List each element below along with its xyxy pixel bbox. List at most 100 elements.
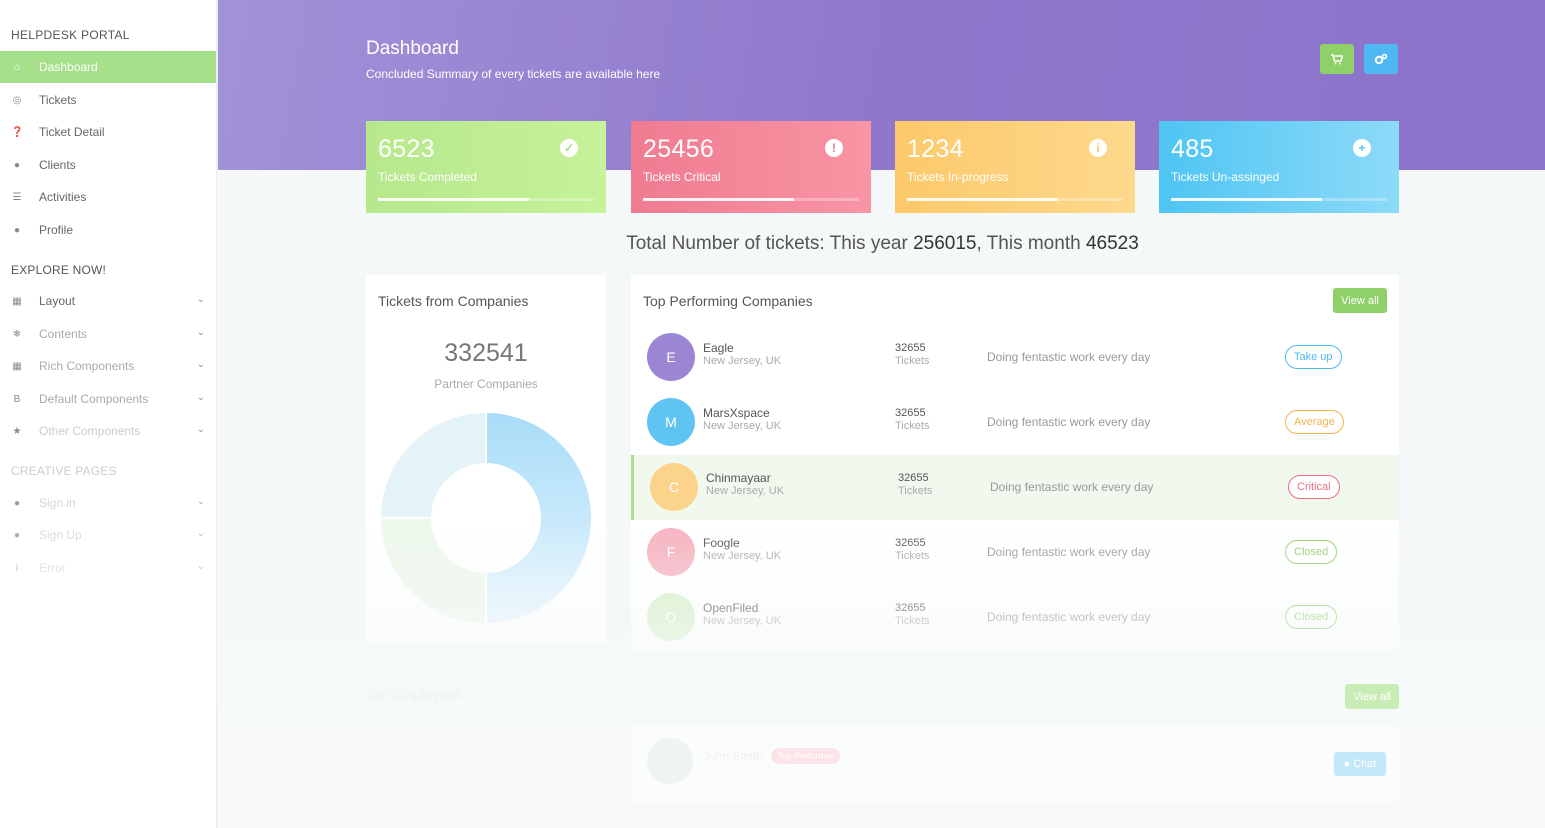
table-row: F Foogle New Jersey, UK 32655 Tickets Doing f…: [631, 520, 1399, 585]
ticket-count: 32655: [895, 407, 926, 419]
check-circle-icon: ✓: [560, 139, 578, 157]
user-plus-icon: ●: [13, 529, 21, 541]
sidebar-item-label: Default Components: [39, 392, 149, 406]
sidebar-item-error[interactable]: i Error ⌄: [0, 552, 216, 584]
company-description: Doing fentastic work every day: [987, 545, 1151, 559]
sidebar-item-label: Layout: [39, 294, 76, 308]
sidebar-item-activities[interactable]: ☰ Activities: [0, 181, 216, 213]
chevron-down-icon: ⌄: [196, 561, 205, 572]
sidebar-item-ticket-detail[interactable]: ❓ Ticket Detail: [0, 116, 216, 148]
explore-section-title: EXPLORE NOW!: [11, 263, 107, 277]
chat-button[interactable]: ● Chat: [1334, 752, 1386, 776]
layout-icon: ▦: [12, 295, 22, 307]
stat-progress-bar: [643, 198, 859, 201]
brand-title: HELPDESK PORTAL: [11, 28, 130, 42]
status-badge[interactable]: Closed: [1285, 540, 1338, 564]
company-description: Doing fentastic work every day: [987, 350, 1151, 364]
cart-button[interactable]: [1320, 44, 1354, 74]
creative-section-title: CREATIVE PAGES: [11, 464, 117, 478]
company-name: OpenFiled: [703, 601, 759, 615]
company-description: Doing fentastic work every day: [987, 610, 1151, 624]
top-performer-badge: Top Performer: [771, 748, 841, 764]
sidebar-item-contents[interactable]: ❄ Contents ⌄: [0, 318, 216, 350]
chat-label: Chat: [1353, 758, 1377, 770]
snowflake-icon: ❄: [12, 328, 22, 340]
totals-prefix: Total Number of tickets: This year: [626, 233, 914, 254]
sidebar-item-other-components[interactable]: ★ Other Components ⌄: [0, 415, 216, 447]
cart-icon: [1331, 53, 1343, 64]
company-location: New Jersey, UK: [703, 355, 782, 367]
stat-label: Tickets In-progress: [907, 170, 1009, 184]
stat-label: Tickets Completed: [378, 170, 477, 184]
sidebar-item-label: Other Components: [39, 424, 141, 438]
sidebar-item-label: Activities: [39, 190, 87, 204]
user-circle-icon: ●: [13, 497, 21, 509]
panel-title: Tickets from Companies: [378, 293, 529, 309]
sidebar-item-dashboard[interactable]: ⌂ Dashboard: [0, 51, 216, 83]
donut-chart: [380, 412, 592, 624]
sidebar-item-default-components[interactable]: B Default Components ⌄: [0, 383, 216, 415]
ticket-unit: Tickets: [895, 355, 930, 367]
ticket-count: 32655: [895, 342, 926, 354]
comments-icon: ●: [13, 159, 21, 171]
sidebar-item-clients[interactable]: ● Clients: [0, 149, 216, 181]
sidebar-item-label: Rich Components: [39, 359, 135, 373]
status-badge[interactable]: Take up: [1285, 345, 1342, 369]
sidebar-item-label: Sign in: [39, 496, 76, 510]
company-name: MarsXspace: [703, 406, 770, 420]
company-location: New Jersey, UK: [703, 550, 782, 562]
chevron-down-icon: ⌄: [196, 327, 205, 338]
sidebar-item-rich-components[interactable]: ▦ Rich Components ⌄: [0, 350, 216, 382]
settings-button[interactable]: [1364, 44, 1398, 74]
sidebar-item-sign-up[interactable]: ● Sign Up ⌄: [0, 519, 216, 551]
info-icon: i: [15, 562, 19, 574]
stat-card-critical: 25456 Tickets Critical !: [631, 121, 871, 213]
ticket-unit: Tickets: [895, 615, 930, 627]
employee-name: John Smith: [703, 749, 764, 763]
stat-progress-bar: [1171, 198, 1387, 201]
plus-circle-icon: +: [1353, 139, 1371, 157]
ticket-unit: Tickets: [895, 420, 930, 432]
status-badge[interactable]: Critical: [1288, 475, 1340, 499]
employee-card: John Smith Top Performer ● Chat: [631, 726, 1399, 802]
sidebar-item-sign-in[interactable]: ● Sign in ⌄: [0, 487, 216, 519]
table-row: C Chinmayaar New Jersey, UK 32655 Tickets Doi…: [631, 455, 1399, 520]
view-all-button[interactable]: View all: [1333, 288, 1387, 313]
top-companies-panel: Top Performing Companies View all E Eagle…: [631, 275, 1399, 650]
status-badge[interactable]: Average: [1285, 410, 1344, 434]
stat-progress-fill: [643, 198, 795, 201]
stat-card-in-progress: 1234 Tickets In-progress i: [895, 121, 1135, 213]
stat-label: Tickets Critical: [643, 170, 721, 184]
list-icon: ☰: [12, 191, 22, 203]
avatar: F: [647, 528, 695, 576]
stat-progress-fill: [1171, 198, 1323, 201]
sidebar: HELPDESK PORTAL ⌂ Dashboard ◎ Tickets ❓ …: [0, 0, 217, 828]
sidebar-item-label: Tickets: [39, 93, 77, 107]
donut-slice: [380, 517, 487, 624]
sidebar-item-label: Clients: [39, 158, 76, 172]
ticket-count: 32655: [895, 537, 926, 549]
partner-count: 332541: [444, 339, 528, 367]
partner-label: Partner Companies: [434, 377, 538, 391]
status-badge[interactable]: Closed: [1285, 605, 1338, 629]
table-row: M MarsXspace New Jersey, UK 32655 Tickets Doi…: [631, 390, 1399, 455]
page-title: Dashboard: [366, 38, 459, 59]
chevron-down-icon: ⌄: [196, 424, 205, 435]
cogs-icon: [1374, 53, 1388, 65]
sidebar-item-tickets[interactable]: ◎ Tickets: [0, 84, 216, 116]
sidebar-item-label: Sign Up: [39, 528, 82, 542]
stat-progress-bar: [378, 198, 594, 201]
stat-card-unassigned: 485 Tickets Un-assinged +: [1159, 121, 1399, 213]
avatar: M: [647, 398, 695, 446]
grid-icon: ▦: [12, 360, 22, 372]
info-circle-icon: i: [1089, 139, 1107, 157]
view-all-button[interactable]: View all: [1345, 684, 1399, 709]
company-description: Doing fentastic work every day: [987, 415, 1151, 429]
chevron-down-icon: ⌄: [196, 496, 205, 507]
sidebar-item-profile[interactable]: ● Profile: [0, 214, 216, 246]
company-name: Eagle: [703, 341, 734, 355]
ticket-totals: Total Number of tickets: This year 25601…: [366, 233, 1399, 255]
sidebar-item-layout[interactable]: ▦ Layout ⌄: [0, 285, 216, 317]
user-icon: ●: [13, 224, 21, 236]
chevron-down-icon: ⌄: [196, 294, 205, 305]
